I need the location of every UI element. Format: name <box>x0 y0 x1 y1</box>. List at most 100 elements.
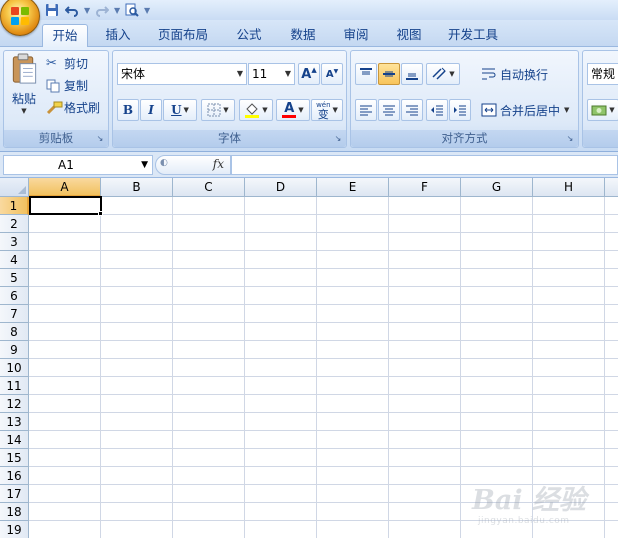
row-header-14[interactable]: 14 <box>0 431 29 449</box>
format-painter-button[interactable]: 格式刷 <box>46 98 100 117</box>
column-header-g[interactable]: G <box>461 178 533 197</box>
wrap-text-button[interactable]: 自动换行 <box>481 63 548 85</box>
redo-icon[interactable] <box>94 2 110 18</box>
clipboard-dialog-launcher-icon[interactable]: ↘ <box>95 134 105 144</box>
row-header-11[interactable]: 11 <box>0 377 29 395</box>
tab-home[interactable]: 开始 <box>42 24 88 48</box>
column-header-a[interactable]: A <box>29 178 101 197</box>
font-size-combo[interactable]: 11 ▼ <box>248 63 295 85</box>
clipboard-group: 粘贴 ▼ ✂ 剪切 复制 格式刷 剪贴板 ↘ <box>3 50 109 148</box>
row-header-13[interactable]: 13 <box>0 413 29 431</box>
increase-indent-button[interactable] <box>449 99 471 121</box>
grow-font-button[interactable]: A ▲ <box>298 63 320 85</box>
row-header-7[interactable]: 7 <box>0 305 29 323</box>
merge-center-dropdown-icon[interactable]: ▼ <box>564 106 569 114</box>
row-header-2[interactable]: 2 <box>0 215 29 233</box>
print-preview-icon[interactable] <box>124 2 140 18</box>
grow-font-icon: A <box>301 66 312 82</box>
font-name-dropdown-icon[interactable]: ▼ <box>237 64 243 84</box>
active-cell-a1[interactable] <box>29 196 102 215</box>
fill-color-button[interactable]: ▼ <box>239 99 273 121</box>
paste-dropdown-icon: ▼ <box>21 107 27 115</box>
undo-dropdown-icon[interactable]: ▼ <box>84 6 90 15</box>
orientation-button[interactable]: ▼ <box>426 63 460 85</box>
column-header-d[interactable]: D <box>245 178 317 197</box>
font-group-label: 字体 <box>113 130 346 147</box>
row-header-9[interactable]: 9 <box>0 341 29 359</box>
row-header-12[interactable]: 12 <box>0 395 29 413</box>
underline-button[interactable]: U ▼ <box>163 99 197 121</box>
font-name-combo[interactable]: 宋体 ▼ <box>117 63 247 85</box>
tab-review[interactable]: 审阅 <box>335 24 377 47</box>
save-icon[interactable] <box>44 2 60 18</box>
row-header-5[interactable]: 5 <box>0 269 29 287</box>
ribbon: 粘贴 ▼ ✂ 剪切 复制 格式刷 剪贴板 ↘ 宋体 ▼ 11 ▼ A ▲ A ▼… <box>0 47 618 152</box>
align-center-icon <box>383 105 395 116</box>
font-dialog-launcher-icon[interactable]: ↘ <box>333 134 343 144</box>
font-size-dropdown-icon[interactable]: ▼ <box>285 64 291 84</box>
decrease-indent-icon <box>431 105 443 116</box>
align-left-button[interactable] <box>355 99 377 121</box>
column-header-e[interactable]: E <box>317 178 389 197</box>
accounting-format-button[interactable]: ▼ <box>587 99 618 121</box>
name-box-value: A1 <box>58 158 74 172</box>
column-header-h[interactable]: H <box>533 178 605 197</box>
decrease-indent-button[interactable] <box>426 99 448 121</box>
row-header-8[interactable]: 8 <box>0 323 29 341</box>
row-header-6[interactable]: 6 <box>0 287 29 305</box>
fill-handle[interactable] <box>98 211 103 216</box>
row-header-3[interactable]: 3 <box>0 233 29 251</box>
cut-button[interactable]: ✂ 剪切 <box>46 54 88 73</box>
row-header-18[interactable]: 18 <box>0 503 29 521</box>
alignment-dialog-launcher-icon[interactable]: ↘ <box>565 134 575 144</box>
column-header-f[interactable]: F <box>389 178 461 197</box>
undo-icon[interactable] <box>64 2 80 18</box>
tab-data[interactable]: 数据 <box>282 24 324 47</box>
font-name-value: 宋体 <box>121 67 146 81</box>
row-header-16[interactable]: 16 <box>0 467 29 485</box>
name-box-dropdown-icon[interactable]: ▼ <box>141 156 148 174</box>
borders-button[interactable]: ▼ <box>201 99 235 121</box>
tab-view[interactable]: 视图 <box>388 24 430 47</box>
select-all-corner[interactable] <box>0 178 29 197</box>
format-painter-icon <box>46 101 63 114</box>
shrink-font-button[interactable]: A ▼ <box>321 63 343 85</box>
align-top-button[interactable] <box>355 63 377 85</box>
align-left-icon <box>360 105 372 116</box>
merge-center-button[interactable]: 合并后居中 ▼ <box>481 99 569 121</box>
name-box[interactable]: A1 ▼ <box>3 155 153 175</box>
italic-button[interactable]: I <box>140 99 162 121</box>
row-header-19[interactable]: 19 <box>0 521 29 538</box>
align-center-button[interactable] <box>378 99 400 121</box>
tab-insert[interactable]: 插入 <box>98 24 138 47</box>
title-bar: ▼ ▼ ▼ <box>0 0 618 36</box>
row-header-1[interactable]: 1 <box>0 197 29 215</box>
align-middle-button[interactable] <box>378 63 400 85</box>
row-header-4[interactable]: 4 <box>0 251 29 269</box>
row-header-15[interactable]: 15 <box>0 449 29 467</box>
align-bottom-button[interactable] <box>401 63 423 85</box>
phonetic-button[interactable]: wén 变 ▼ <box>311 99 343 121</box>
insert-function-icon[interactable]: fx <box>213 157 224 171</box>
insert-function-area: ◐ fx <box>155 155 231 175</box>
column-header-c[interactable]: C <box>173 178 245 197</box>
column-header-i-partial[interactable] <box>605 178 618 197</box>
increase-indent-icon <box>454 105 466 116</box>
copy-button[interactable]: 复制 <box>46 76 88 95</box>
align-bottom-icon <box>406 73 418 80</box>
row-header-10[interactable]: 10 <box>0 359 29 377</box>
tab-developer[interactable]: 开发工具 <box>440 24 506 47</box>
customize-qat-icon[interactable]: ▼ <box>144 6 150 15</box>
align-right-button[interactable] <box>401 99 423 121</box>
paste-button[interactable]: 粘贴 ▼ <box>7 53 41 115</box>
tab-formulas[interactable]: 公式 <box>228 24 270 47</box>
column-header-b[interactable]: B <box>101 178 173 197</box>
row-header-17[interactable]: 17 <box>0 485 29 503</box>
formula-input[interactable] <box>231 155 618 175</box>
font-color-button[interactable]: A ▼ <box>276 99 310 121</box>
formula-bar-handle-icon[interactable]: ◐ <box>160 158 168 168</box>
redo-dropdown-icon[interactable]: ▼ <box>114 6 120 15</box>
bold-button[interactable]: B <box>117 99 139 121</box>
number-format-combo[interactable]: 常规 <box>587 63 618 85</box>
tab-page-layout[interactable]: 页面布局 <box>150 24 216 47</box>
